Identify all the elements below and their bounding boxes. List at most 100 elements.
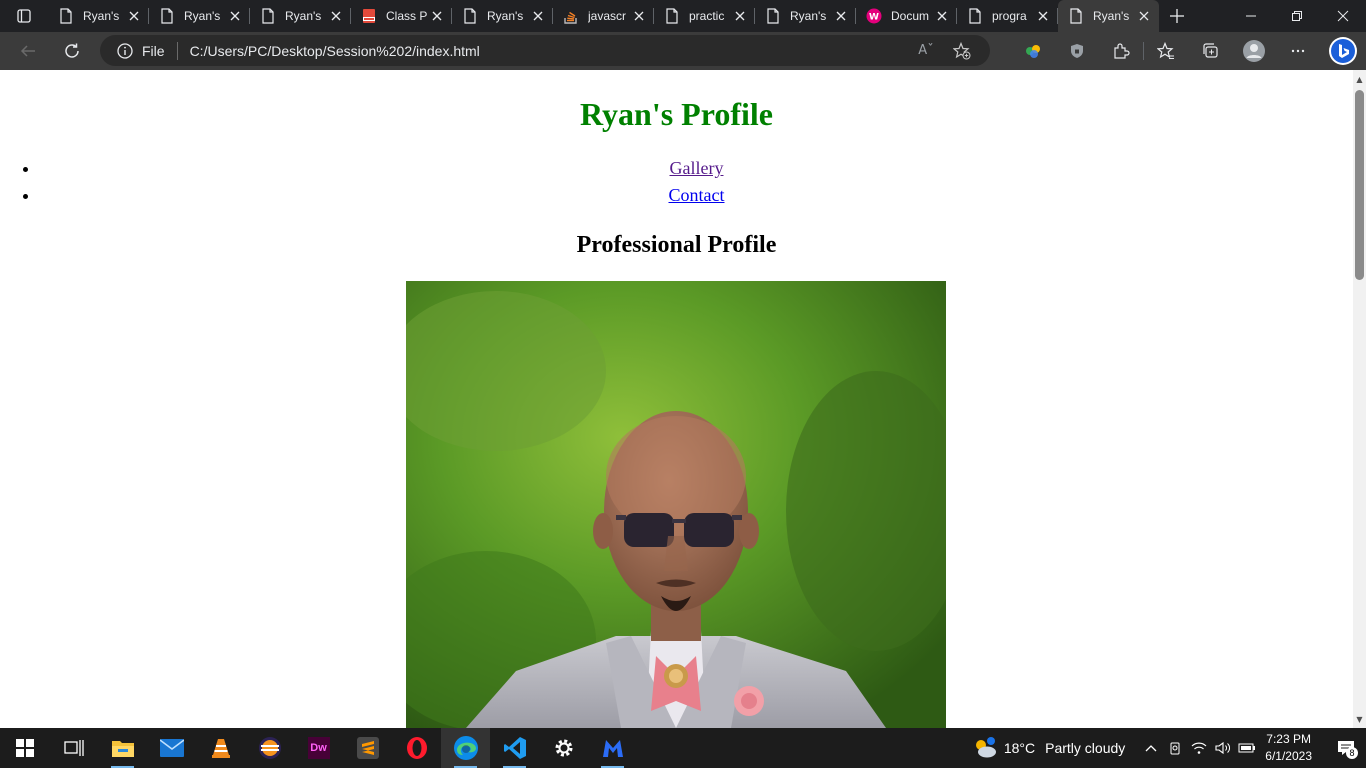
scroll-up-icon[interactable]: ▲ [1353, 72, 1366, 86]
mail-button[interactable] [147, 728, 196, 768]
tab-actions-button[interactable] [0, 0, 48, 32]
page-title: Ryan's Profile [580, 96, 773, 132]
tab-10[interactable]: progra [957, 0, 1058, 32]
taskbar: Dw 18°C Partly cloudy 7:23 PM 6/1/2023 8 [0, 728, 1366, 768]
vertical-scrollbar[interactable]: ▲ ▼ [1353, 70, 1366, 728]
favorite-add-button[interactable] [944, 37, 980, 65]
close-icon [1337, 10, 1349, 22]
sublime-button[interactable] [343, 728, 392, 768]
refresh-button[interactable] [54, 35, 90, 67]
tab-1[interactable]: Ryan's [48, 0, 149, 32]
minimize-button[interactable] [1228, 0, 1274, 32]
malwarebytes-button[interactable] [588, 728, 637, 768]
tab-7[interactable]: practic [654, 0, 755, 32]
notification-center-button[interactable]: 8 [1326, 728, 1366, 768]
url-scheme[interactable]: File [142, 43, 165, 59]
battery-icon [1238, 743, 1256, 753]
clock[interactable]: 7:23 PM 6/1/2023 [1265, 731, 1312, 765]
gallery-link[interactable]: Gallery [670, 158, 724, 178]
vlc-button[interactable] [196, 728, 245, 768]
favorites-button[interactable] [1144, 35, 1188, 67]
plus-icon [1170, 9, 1184, 23]
profile-photo-image [406, 281, 946, 728]
tab-label: Ryan's [83, 9, 120, 23]
tab-3[interactable]: Ryan's [250, 0, 351, 32]
eclipse-icon [258, 737, 281, 759]
tab-5[interactable]: Ryan's [452, 0, 553, 32]
settings-icon [555, 739, 572, 757]
extension-colorful-button[interactable] [1011, 35, 1055, 67]
tab-2[interactable]: Ryan's [149, 0, 250, 32]
puzzle-icon [1114, 43, 1130, 59]
tab-close-icon[interactable] [327, 7, 345, 25]
tab-close-icon[interactable] [1034, 7, 1052, 25]
collections-button[interactable] [1188, 35, 1232, 67]
restore-icon [1292, 11, 1302, 21]
new-tab-button[interactable] [1159, 0, 1195, 32]
tab-close-icon[interactable] [731, 7, 749, 25]
tab-close-icon[interactable] [832, 7, 850, 25]
shield-button[interactable] [1055, 35, 1099, 67]
file-explorer-button[interactable] [98, 728, 147, 768]
page-icon [462, 8, 478, 24]
app-icon: W [866, 8, 882, 24]
scroll-down-icon[interactable]: ▼ [1353, 712, 1366, 726]
contact-link[interactable]: Contact [669, 185, 725, 205]
back-button[interactable] [10, 35, 46, 67]
device-icon [1170, 742, 1180, 755]
battery-saver-tray[interactable] [1163, 728, 1187, 768]
task-view-icon [63, 740, 84, 756]
opera-button[interactable] [392, 728, 441, 768]
tab-close-icon[interactable] [1135, 7, 1153, 25]
back-arrow-icon [20, 45, 35, 57]
vscode-button[interactable] [490, 728, 539, 768]
notification-badge: 8 [1346, 747, 1358, 759]
dreamweaver-button[interactable]: Dw [294, 728, 343, 768]
tab-close-icon[interactable] [933, 7, 951, 25]
window-controls [1228, 0, 1366, 32]
battery-tray[interactable] [1235, 728, 1259, 768]
file-explorer-icon [111, 741, 134, 757]
tab-6[interactable]: javascr [553, 0, 654, 32]
pdf-icon [361, 8, 377, 24]
tab-close-icon[interactable] [630, 7, 648, 25]
address-bar[interactable]: File C:/Users/PC/Desktop/Session%202/ind… [100, 35, 990, 66]
speaker-icon [1215, 741, 1231, 755]
network-tray[interactable] [1187, 728, 1211, 768]
tab-label: Ryan's [1093, 9, 1130, 23]
partly-cloudy-icon [975, 737, 996, 758]
settings-button[interactable] [539, 728, 588, 768]
tab-close-icon[interactable] [428, 7, 446, 25]
tab-4[interactable]: Class P [351, 0, 452, 32]
colorful-extension-icon [1026, 45, 1040, 58]
edge-button[interactable] [441, 728, 490, 768]
malwarebytes-icon [602, 740, 623, 757]
tab-8[interactable]: Ryan's [755, 0, 856, 32]
clock-date: 6/1/2023 [1265, 749, 1312, 763]
tab-close-icon[interactable] [226, 7, 244, 25]
restore-button[interactable] [1274, 0, 1320, 32]
weather-desc: Partly cloudy [1045, 740, 1126, 756]
tab-9[interactable]: W Docum [856, 0, 957, 32]
eclipse-button[interactable] [245, 728, 294, 768]
info-icon[interactable] [116, 42, 134, 60]
more-button[interactable] [1276, 35, 1320, 67]
show-hidden-icons-button[interactable] [1139, 728, 1163, 768]
task-view-button[interactable] [49, 728, 98, 768]
tab-close-icon[interactable] [125, 7, 143, 25]
tab-close-icon[interactable] [529, 7, 547, 25]
profile-button[interactable] [1232, 35, 1276, 67]
tab-11[interactable]: Ryan's [1058, 0, 1159, 32]
start-button[interactable] [0, 728, 49, 768]
extensions-button[interactable] [1099, 35, 1143, 67]
stackoverflow-icon [563, 8, 579, 24]
wifi-icon [1191, 742, 1207, 754]
scrollbar-thumb[interactable] [1355, 90, 1364, 280]
close-window-button[interactable] [1320, 0, 1366, 32]
weather-widget[interactable]: 18°C Partly cloudy [972, 737, 1125, 759]
volume-tray[interactable] [1211, 728, 1235, 768]
bing-chat-button[interactable] [1320, 35, 1366, 67]
favorites-icon [1157, 42, 1174, 59]
url-text[interactable]: C:/Users/PC/Desktop/Session%202/index.ht… [190, 43, 908, 59]
read-aloud-button[interactable]: Aˇ [908, 37, 944, 65]
